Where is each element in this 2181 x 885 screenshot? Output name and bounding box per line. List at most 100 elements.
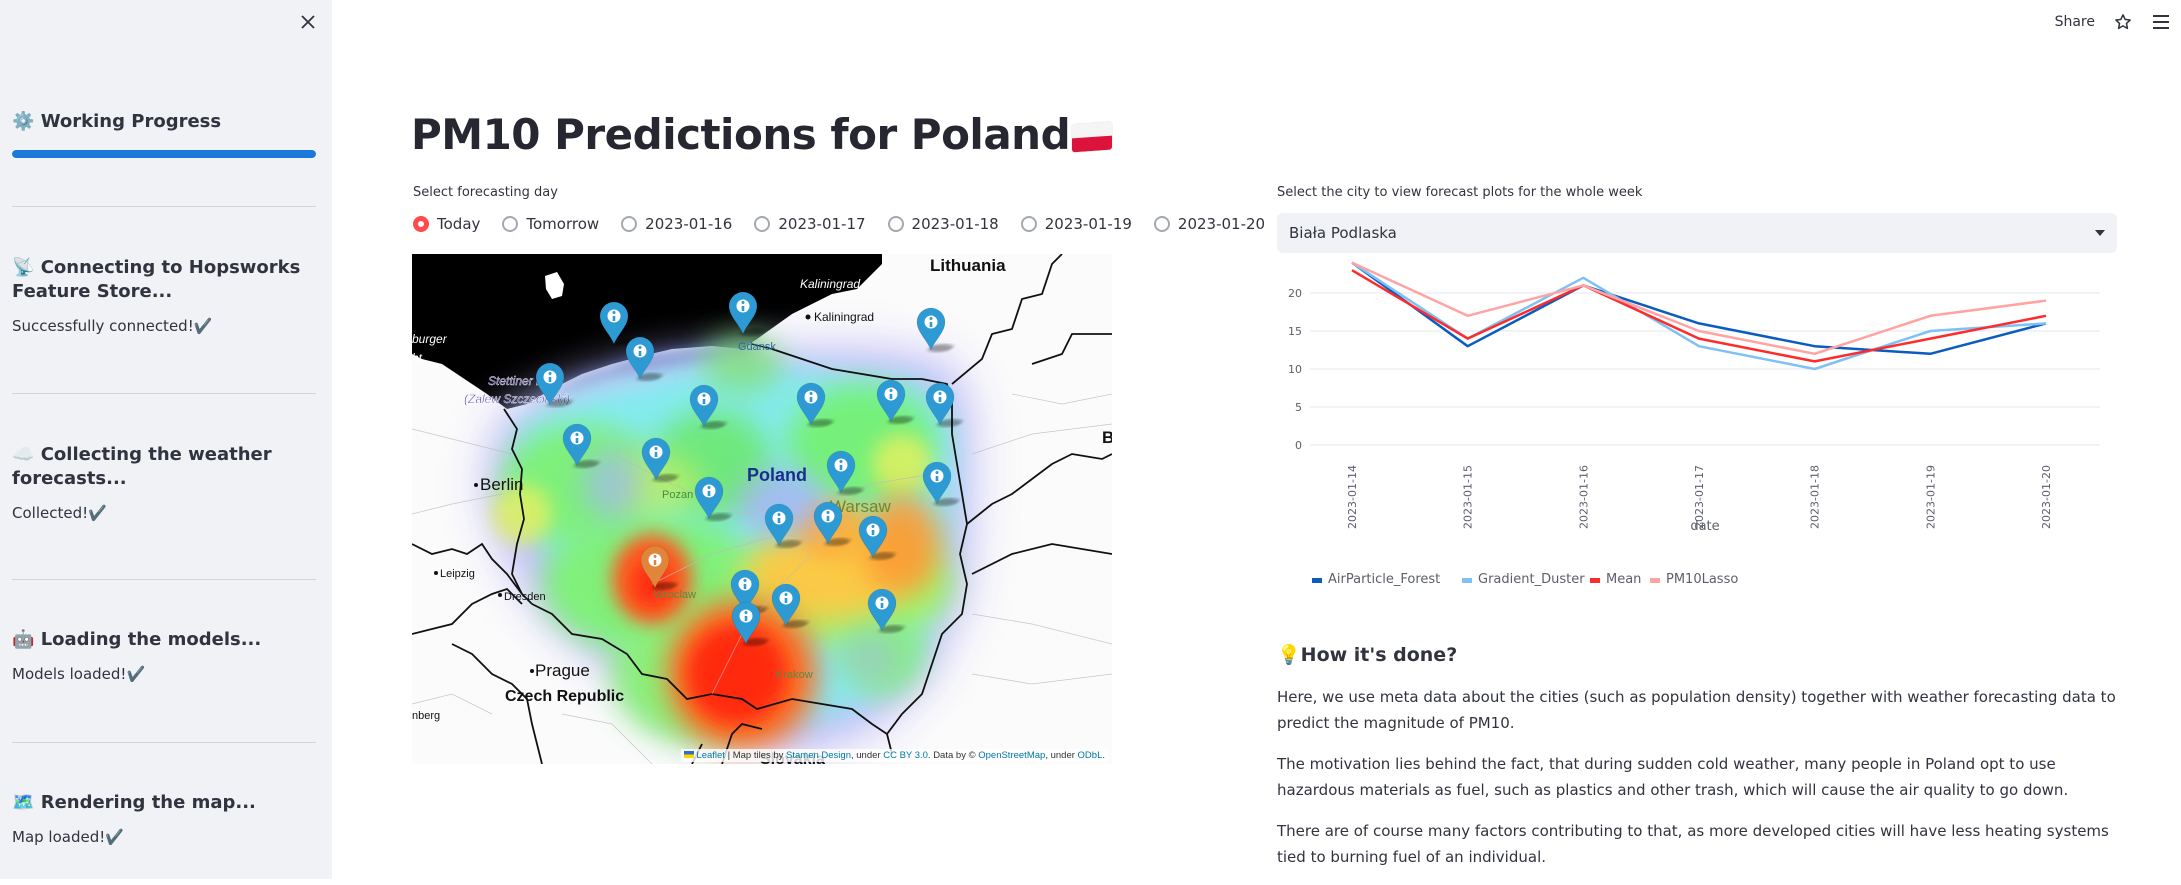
step-title: Rendering the map... [40,792,256,813]
map-label-dresden: Dresden [504,591,546,603]
series-line-gradient-duster [1351,261,2047,371]
data-point [1928,351,1933,356]
radio-circle[interactable] [621,216,638,232]
legend-swatch [1650,578,1660,583]
data-point [1350,268,1355,273]
x-tick-label: 2023-01-19 [1924,465,1937,529]
radio-circle[interactable] [754,216,771,232]
cc-by-link[interactable]: CC BY 3.0 [883,750,928,761]
data-point [1465,313,1470,318]
progress-bar [12,150,316,158]
chevron-down-icon [2095,230,2105,236]
how-paragraph: There are of course many factors contrib… [1277,822,2109,866]
map-label-krakow: Krakow [776,669,813,681]
forecast-line-chart: 0 5 10 15 20 2023-01-14 2023-01-15 2023-01-16 20… [1255,255,2115,600]
forecast-day-radio-2023-01-16[interactable]: 2023-01-16 [621,215,732,233]
data-point [1928,336,1933,341]
forecast-day-radio-group: Today Tomorrow 2023-01-16 2023-01-17 2023-01… [413,215,1265,233]
data-point [1697,329,1702,334]
forecast-day-radio-2023-01-18[interactable]: 2023-01-18 [887,215,999,233]
main-menu-button[interactable] [2151,12,2171,32]
step-status: Map loaded!✔️ [12,828,124,846]
map-label-lithuania: Lithuania [930,256,1006,275]
radio-circle[interactable] [1020,216,1037,232]
poland-flag-icon [1072,121,1113,153]
legend-label: Mean [1606,572,1641,587]
data-point [2044,313,2049,318]
forecast-day-label: Select forecasting day [413,185,558,200]
radio-label: 2023-01-18 [911,215,999,233]
how-paragraph: The motivation lies behind the fact, tha… [1277,755,2069,799]
step-heading: 🗺️ Rendering the map... [12,791,316,815]
ukraine-flag-icon [683,751,694,758]
forecast-day-radio-2023-01-20[interactable]: 2023-01-20 [1153,215,1265,233]
favorite-button[interactable] [2113,12,2133,32]
sidebar-step-map: 🗺️ Rendering the map... Map loaded!✔️ [12,791,316,847]
sidebar: ⚙️ Working Progress 📡 Connecting to Hops… [0,0,332,879]
x-tick-label: 2023-01-15 [1462,465,1475,529]
city-select-value: Biała Podlaska [1289,224,1397,242]
y-tick-label: 15 [1288,325,1302,338]
x-axis-title: date [1690,519,1719,534]
how-heading-text: How it's done? [1300,644,1458,666]
map-canvas[interactable]: Lithuania Kaliningrad Kaliningrad Gdansk… [412,254,1112,764]
legend-swatch [1462,578,1472,583]
stamen-link[interactable]: Stamen Design [786,750,851,761]
attrib-text: | Map tiles by [724,750,787,761]
satellite-dish-icon: 📡 [12,257,35,278]
data-point [1928,313,1933,318]
pm10-heatmap-map[interactable]: Lithuania Kaliningrad Kaliningrad Gdansk… [412,254,1112,764]
step-title: Collecting the weather forecasts... [12,444,272,489]
map-label-berlin: Berlin [480,475,523,494]
how-heading: 💡How it's done? [1277,643,2117,666]
map-label-czech: Czech Republic [505,688,624,705]
forecast-day-radio-2023-01-17[interactable]: 2023-01-17 [754,215,866,233]
y-tick-label: 5 [1295,401,1302,414]
data-point [2044,321,2049,326]
step-title: Loading the models... [40,629,262,650]
attrib-text: , under [850,750,884,761]
map-label-b: B [1102,428,1112,447]
sidebar-divider [12,742,316,743]
hamburger-menu-icon [2153,15,2169,29]
data-point [1697,336,1702,341]
radio-circle[interactable] [887,216,904,232]
forecast-day-radio-today[interactable]: Today [413,215,480,233]
radio-circle[interactable] [413,216,429,232]
data-point [2044,298,2049,303]
x-tick-label: 2023-01-20 [2040,465,2053,529]
legend-swatch [1590,578,1600,583]
step-heading: 📡 Connecting to Hopsworks Feature Store.… [12,256,316,304]
osm-link[interactable]: OpenStreetMap [978,750,1045,761]
map-label-pozan: Pozan [662,489,693,501]
radio-circle[interactable] [1153,216,1170,232]
city-select[interactable]: Biała Podlaska [1277,213,2117,253]
y-tick-label: 10 [1288,363,1302,376]
data-point [1465,344,1470,349]
radio-circle[interactable] [502,216,519,232]
y-tick-label: 0 [1295,439,1302,452]
radio-label: 2023-01-19 [1044,215,1132,233]
leaflet-link[interactable]: Leaflet [696,750,725,761]
chart-svg: 0 5 10 15 20 2023-01-14 2023-01-15 2023-01-16 20… [1288,261,2100,587]
step-heading: ☁️ Collecting the weather forecasts... [12,443,316,491]
working-progress-title: Working Progress [40,111,222,132]
sidebar-step-weather: ☁️ Collecting the weather forecasts... C… [12,443,316,523]
odbl-link[interactable]: ODbL [1078,750,1103,761]
share-button[interactable]: Share [2055,14,2095,30]
gear-icon: ⚙️ [12,111,35,132]
close-icon [301,15,315,29]
sidebar-divider [12,579,316,580]
forecast-day-radio-tomorrow[interactable]: Tomorrow [502,215,599,233]
robot-icon: 🤖 [12,629,35,650]
legend-label: PM10Lasso [1666,572,1738,587]
legend-label: Gradient_Duster [1478,572,1585,587]
radio-label: 2023-01-16 [645,215,733,233]
data-point [1581,283,1586,288]
close-sidebar-button[interactable] [298,12,318,32]
sidebar-divider [12,393,316,394]
legend-swatch [1312,578,1322,583]
working-progress-section: ⚙️ Working Progress [12,110,316,134]
forecast-day-radio-2023-01-19[interactable]: 2023-01-19 [1020,215,1132,233]
map-label-gdansk: Gdansk [738,341,776,353]
